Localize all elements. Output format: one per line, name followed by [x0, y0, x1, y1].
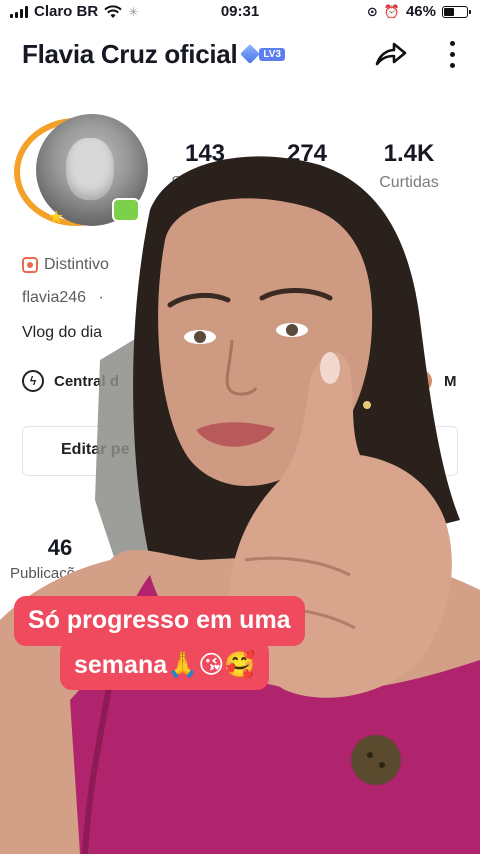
stat-value: 274	[286, 140, 328, 167]
tab-posts[interactable]: 46 Publicações	[10, 535, 120, 582]
status-right: ⊙ ⏰ 46%	[366, 3, 471, 20]
status-bar: Claro BR ✳ 09:31 ⊙ ⏰ 46%	[0, 0, 480, 26]
more-dot-icon	[449, 51, 455, 57]
shirt-button	[351, 735, 401, 785]
bolt-icon: ϟ	[22, 370, 44, 392]
shop-icon	[410, 370, 432, 392]
level-label: LV3	[259, 47, 285, 61]
share-icon	[375, 42, 407, 66]
camera-sticker-icon	[112, 198, 140, 222]
edit-profile-label: Editar pe	[61, 441, 130, 458]
stat-followers[interactable]: 274 Seguidores	[262, 140, 352, 192]
level-badge[interactable]: LV3	[240, 44, 285, 64]
caption-line-1: Só progresso em uma	[14, 596, 305, 646]
more-dot-icon	[449, 40, 455, 46]
profile-name: Flavia Cruz oficial	[22, 38, 238, 69]
stat-label: Seguidores	[266, 174, 348, 191]
edit-profile-button[interactable]: Editar pe	[22, 426, 458, 476]
username: flavia246	[22, 289, 87, 306]
caption-line-2: semana🙏😘🥰	[60, 640, 270, 690]
more-dot-icon	[449, 62, 455, 68]
share-button[interactable]	[372, 36, 408, 72]
stat-value: 143	[184, 140, 226, 167]
handle-separator: ·	[98, 289, 104, 306]
shop-link[interactable]: M	[410, 370, 457, 392]
avatar-container[interactable]: ★	[12, 112, 150, 232]
stat-label: Seguindo	[171, 174, 239, 191]
handle-row: flavia246 ·	[22, 289, 104, 307]
badge-label: Distintivo	[44, 256, 109, 273]
bio-text: Vlog do dia	[22, 324, 103, 341]
stat-following[interactable]: 143 Seguindo	[160, 140, 250, 192]
posts-label: Publicações	[10, 565, 91, 582]
gem-icon	[240, 44, 261, 64]
badge-row[interactable]: Distintivo	[22, 256, 109, 274]
battery-icon	[442, 5, 471, 18]
battery-percent: 46%	[405, 3, 436, 20]
star-sticker-icon: ★	[48, 207, 65, 227]
creator-center-link[interactable]: ϟ Central d	[22, 370, 119, 392]
badge-icon	[22, 257, 38, 273]
stat-label: Curtidas	[379, 174, 439, 191]
posts-count: 46	[47, 535, 73, 560]
hair-shape	[133, 156, 460, 560]
stat-value: 1.4K	[383, 140, 435, 167]
orientation-lock-icon: ⊙	[366, 3, 378, 19]
profile-header: Flavia Cruz oficial LV3	[22, 32, 458, 76]
stat-likes[interactable]: 1.4K Curtidas	[366, 140, 452, 192]
more-options-button[interactable]	[444, 36, 460, 72]
creator-center-label: Central d	[54, 372, 120, 390]
alarm-icon: ⏰	[383, 3, 400, 19]
shop-label: M	[444, 372, 457, 390]
